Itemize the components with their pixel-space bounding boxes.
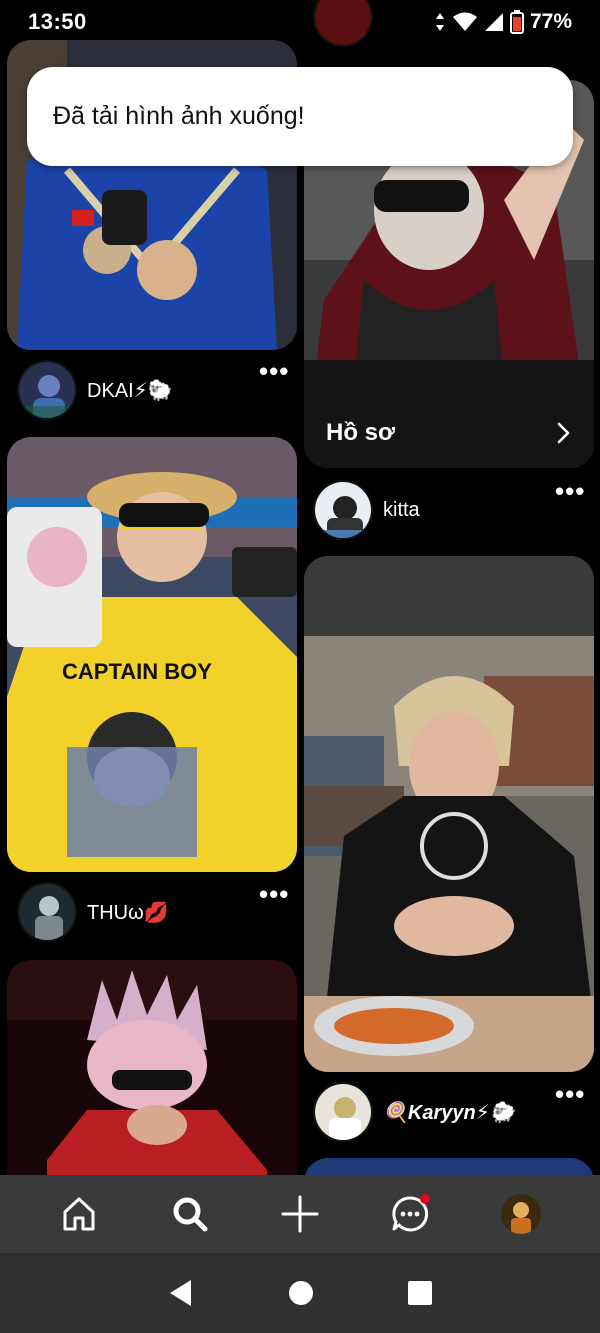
pin-author-left-1[interactable]: DKAI⚡🐑 [17, 358, 173, 422]
battery-icon [509, 10, 524, 34]
author-name[interactable]: 🍭Karyyn⚡🐑 [383, 1100, 515, 1125]
nav-search[interactable] [160, 1184, 220, 1244]
more-options-icon[interactable]: ••• [555, 478, 585, 504]
toast-message: Đã tải hình ảnh xuống! [53, 102, 305, 130]
pin-card-left-2[interactable]: CAPTAIN BOY [7, 437, 297, 872]
author-name[interactable]: THUω💋 [87, 900, 169, 925]
profile-overlay[interactable]: Hồ sơ [304, 398, 594, 468]
home-circle-icon[interactable] [288, 1280, 314, 1306]
status-time: 13:50 [28, 9, 87, 34]
avatar[interactable] [313, 1082, 373, 1142]
pin-card-left-3[interactable] [7, 960, 297, 1175]
pin-author-left-2[interactable]: THUω💋 [17, 880, 169, 944]
avatar[interactable] [313, 480, 373, 540]
pin-image [304, 1158, 594, 1175]
pin-image [7, 960, 297, 1175]
system-nav-bar [0, 1253, 600, 1333]
nav-home[interactable] [49, 1184, 109, 1244]
avatar[interactable] [17, 882, 77, 942]
data-arrows-icon [435, 13, 444, 31]
avatar[interactable] [17, 360, 77, 420]
pin-author-right-2[interactable]: kitta [313, 478, 420, 542]
recents-square-icon[interactable] [407, 1280, 433, 1306]
author-name[interactable]: DKAI⚡🐑 [87, 378, 173, 403]
cell-signal-icon [484, 13, 503, 31]
battery-percent: 77% [529, 10, 572, 33]
wifi-icon [452, 12, 477, 31]
svg-text:CAPTAIN BOY: CAPTAIN BOY [62, 659, 212, 684]
status-bar: 13:50 77% [0, 0, 600, 44]
more-options-icon[interactable]: ••• [259, 881, 289, 907]
more-options-icon[interactable]: ••• [555, 1081, 585, 1107]
status-icons: 77% [434, 10, 572, 34]
bottom-nav [0, 1175, 600, 1253]
pin-card-right-3[interactable] [304, 1158, 594, 1175]
pin-image: CAPTAIN BOY [7, 437, 297, 872]
profile-overlay-label: Hồ sơ [326, 419, 396, 446]
pin-card-right-2[interactable] [304, 556, 594, 1072]
create-plus-icon [281, 1195, 319, 1233]
pin-feed[interactable]: DKAI⚡🐑 ••• CAPTAIN BOY THUω💋 ••• Hồ sơ k… [0, 0, 600, 1175]
pin-author-right-3[interactable]: 🍭Karyyn⚡🐑 [313, 1080, 515, 1144]
more-options-icon[interactable]: ••• [259, 358, 289, 384]
nav-create[interactable] [270, 1184, 330, 1244]
nav-messages[interactable] [380, 1184, 440, 1244]
search-icon [173, 1197, 208, 1232]
profile-avatar [500, 1194, 541, 1234]
chevron-right-icon [557, 422, 570, 444]
pin-image [304, 556, 594, 1072]
author-name[interactable]: kitta [383, 499, 420, 522]
download-toast: Đã tải hình ảnh xuống! [27, 67, 573, 166]
nav-profile[interactable] [491, 1184, 551, 1244]
back-icon[interactable] [167, 1278, 195, 1308]
home-icon [63, 1197, 95, 1231]
